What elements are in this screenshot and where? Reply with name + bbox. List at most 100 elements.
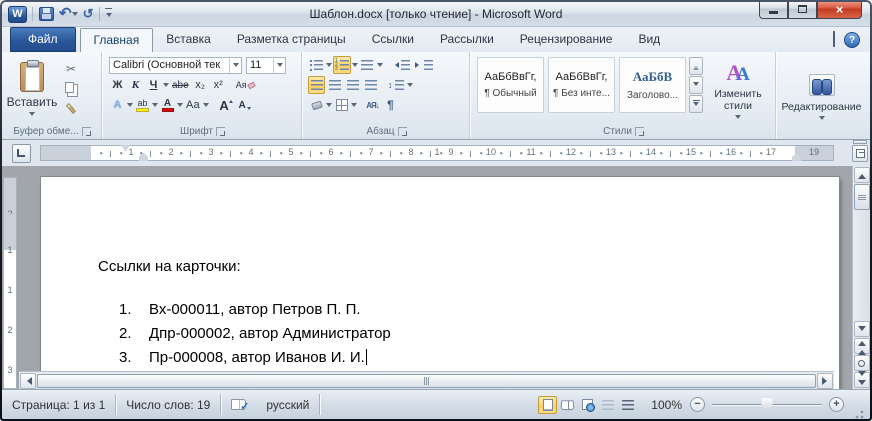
undo-button[interactable]: ↶ xyxy=(58,6,79,22)
font-name-dropdown-icon[interactable] xyxy=(229,58,241,73)
borders-button[interactable] xyxy=(333,96,350,114)
sort-button[interactable]: АЯ↓ xyxy=(364,96,381,114)
underline-dropdown-icon[interactable] xyxy=(163,83,169,90)
ribbon-tab[interactable]: Ссылки xyxy=(359,28,427,52)
clear-formatting-button[interactable]: Ая xyxy=(234,76,257,94)
outline-view-button[interactable] xyxy=(598,396,617,414)
style-card[interactable]: АаБбВвГг, ¶ Без инте... xyxy=(548,57,615,113)
paste-button[interactable]: Вставить xyxy=(8,54,56,124)
font-size-combo[interactable]: 11 xyxy=(246,57,286,74)
previous-page-button[interactable] xyxy=(854,338,870,354)
change-case-dropdown-icon[interactable] xyxy=(203,103,209,110)
scroll-right-button[interactable] xyxy=(817,373,833,389)
text-effects-button[interactable]: А xyxy=(109,96,126,114)
bullets-button[interactable] xyxy=(308,56,325,74)
align-right-button[interactable] xyxy=(344,76,361,94)
horizontal-scrollbar[interactable] xyxy=(19,371,834,389)
paragraph-dialog-launcher[interactable] xyxy=(398,127,407,136)
print-layout-view-button[interactable] xyxy=(538,396,557,414)
line-spacing-dropdown-icon[interactable] xyxy=(407,83,413,90)
zoom-slider[interactable] xyxy=(712,397,822,412)
minimize-ribbon-button[interactable] xyxy=(833,33,835,47)
vertical-scroll-thumb[interactable] xyxy=(854,184,870,210)
strikethrough-button[interactable]: abe xyxy=(170,76,191,94)
save-button[interactable] xyxy=(38,6,55,22)
line-spacing-button[interactable]: ↕ xyxy=(386,76,406,94)
undo-dropdown-icon[interactable] xyxy=(72,12,78,19)
vertical-ruler[interactable]: 21 123 xyxy=(3,166,19,389)
draft-view-button[interactable] xyxy=(618,396,637,414)
font-name-combo[interactable]: Calibri (Основной тек xyxy=(109,57,242,74)
zoom-in-button[interactable]: + xyxy=(829,397,844,412)
tab-selector-button[interactable] xyxy=(12,144,31,163)
shading-dropdown-icon[interactable] xyxy=(326,103,332,110)
page-number-status[interactable]: Страница: 1 из 1 xyxy=(2,390,115,419)
editing-button[interactable]: Редактирование xyxy=(779,54,864,139)
zoom-level-label[interactable]: 100% xyxy=(651,398,682,412)
ribbon-tab[interactable]: Вид xyxy=(625,28,673,52)
resize-grip[interactable] xyxy=(852,407,864,419)
help-button[interactable]: ? xyxy=(844,32,860,48)
zoom-slider-thumb[interactable] xyxy=(762,398,773,411)
scroll-left-button[interactable] xyxy=(20,373,36,389)
select-browse-object-button[interactable] xyxy=(854,355,870,371)
word-count-status[interactable]: Число слов: 19 xyxy=(116,390,220,419)
grow-font-button[interactable]: А xyxy=(216,96,233,114)
document-page[interactable]: Ссылки на карточки: 1. Вх-000011, автор … xyxy=(41,177,839,389)
shrink-font-button[interactable]: А xyxy=(234,96,251,114)
show-marks-button[interactable]: ¶ xyxy=(382,96,399,114)
maximize-button[interactable] xyxy=(788,2,817,19)
format-painter-button[interactable] xyxy=(60,100,82,117)
font-color-dropdown-icon[interactable] xyxy=(177,103,183,110)
decrease-indent-button[interactable] xyxy=(390,56,412,74)
tab-file[interactable]: Файл xyxy=(10,27,76,52)
align-left-button[interactable] xyxy=(308,76,325,94)
highlight-dropdown-icon[interactable] xyxy=(152,103,158,110)
text-effects-dropdown-icon[interactable] xyxy=(127,103,133,110)
scroll-down-button[interactable] xyxy=(854,321,870,337)
numbering-dropdown-icon[interactable] xyxy=(352,63,358,70)
subscript-button[interactable]: x₂ xyxy=(192,76,209,94)
justify-button[interactable] xyxy=(362,76,379,94)
change-case-button[interactable]: Аа xyxy=(184,96,202,114)
paste-dropdown-icon[interactable] xyxy=(29,112,35,119)
language-status[interactable]: русский xyxy=(256,390,319,419)
borders-dropdown-icon[interactable] xyxy=(351,103,357,110)
ribbon-tab[interactable]: Рецензирование xyxy=(507,28,626,52)
minimize-button[interactable] xyxy=(759,2,788,19)
bold-button[interactable]: Ж xyxy=(109,76,126,94)
proofing-status[interactable]: ✓ xyxy=(221,390,256,419)
change-styles-dropdown-icon[interactable] xyxy=(735,115,741,122)
word-logo-icon[interactable]: W xyxy=(8,6,27,23)
editing-dropdown-icon[interactable] xyxy=(819,116,825,123)
customize-qat-button[interactable] xyxy=(105,8,112,20)
split-window-handle[interactable] xyxy=(853,140,867,144)
multilevel-dropdown-icon[interactable] xyxy=(377,63,383,70)
next-page-button[interactable] xyxy=(854,372,870,388)
cut-button[interactable]: ✂ xyxy=(60,60,82,77)
zoom-out-button[interactable]: − xyxy=(690,397,705,412)
styles-scroll-up-button[interactable] xyxy=(689,57,703,75)
underline-button[interactable]: Ч xyxy=(145,76,162,94)
close-button[interactable]: × xyxy=(817,2,862,19)
scroll-up-button[interactable] xyxy=(854,167,870,183)
vertical-scrollbar[interactable] xyxy=(852,166,870,389)
horizontal-ruler[interactable]: 1 1234567891011121314151617 19 xyxy=(40,145,834,161)
numbering-button[interactable]: 123 xyxy=(333,56,351,74)
superscript-button[interactable]: x² xyxy=(210,76,227,94)
change-styles-button[interactable]: АА Изменить стили xyxy=(706,57,770,124)
bullets-dropdown-icon[interactable] xyxy=(326,63,332,70)
ribbon-tab[interactable]: Разметка страницы xyxy=(224,28,359,52)
clipboard-dialog-launcher[interactable] xyxy=(82,127,91,136)
horizontal-scroll-thumb[interactable] xyxy=(37,374,816,388)
ribbon-tab[interactable]: Главная xyxy=(80,28,154,52)
styles-more-button[interactable] xyxy=(689,95,703,113)
highlight-button[interactable]: ab xyxy=(134,96,151,114)
ribbon-tab[interactable]: Рассылки xyxy=(427,28,507,52)
redo-button[interactable]: ↺ xyxy=(82,6,95,22)
italic-button[interactable]: К xyxy=(127,76,144,94)
font-size-dropdown-icon[interactable] xyxy=(273,58,285,73)
fullscreen-reading-view-button[interactable] xyxy=(558,396,577,414)
styles-scroll-down-button[interactable] xyxy=(689,76,703,94)
multilevel-list-button[interactable] xyxy=(359,56,376,74)
